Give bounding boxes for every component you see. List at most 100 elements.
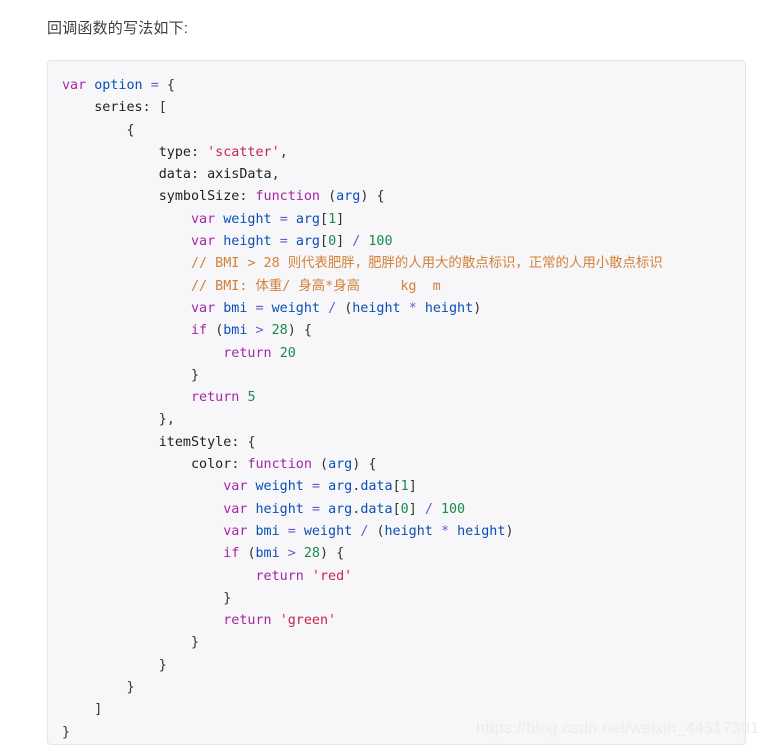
code-token-op: = (279, 234, 288, 250)
code-token-ident: arg (328, 501, 353, 517)
code-token-ident: bmi (223, 323, 248, 339)
code-token-ident: option (94, 78, 143, 93)
code-line: itemStyle: { (62, 432, 745, 454)
code-token-punct: : (231, 457, 248, 473)
code-line: // BMI: 体重/ 身高*身高 kg m (62, 276, 745, 298)
code-token-punct: : (239, 189, 256, 205)
code-token-op: = (150, 78, 159, 93)
code-token-op: / (328, 300, 337, 316)
code-token-op: = (287, 523, 296, 539)
code-token-prop: type (158, 144, 191, 160)
code-line: }, (62, 409, 745, 431)
code-token-prop: series (94, 100, 143, 116)
code-token-kw: var (223, 523, 248, 539)
code-token-ident: height (384, 523, 433, 539)
code-token-punct: ( (376, 523, 385, 539)
code-token-num: 0 (328, 234, 337, 250)
code-token-kw: var (223, 479, 248, 495)
code-token-kw: var (62, 78, 87, 93)
code-token-kw: return (191, 390, 240, 406)
code-token-num: 28 (303, 546, 320, 562)
code-line: } (62, 677, 745, 699)
code-token-punct: [ (320, 211, 329, 227)
code-token-punct: : (142, 100, 159, 116)
code-line: var height = arg.data[0] / 100 (62, 499, 745, 521)
code-token-ident: data (360, 479, 393, 495)
code-token-ident: weight (303, 523, 353, 539)
code-line: var weight = arg.data[1] (62, 476, 745, 498)
code-line: // BMI > 28 则代表肥胖，肥胖的人用大的散点标识，正常的人用小散点标识 (62, 253, 745, 275)
code-scroll-area[interactable]: var option = { series: [ { type: 'scatte… (48, 61, 745, 744)
code-token-punct: ) (505, 523, 514, 539)
code-line: ] (62, 699, 745, 721)
code-token-op: * (408, 300, 417, 316)
code-token-punct: , (279, 144, 288, 160)
code-line: return 20 (62, 343, 745, 365)
code-token-punct: ( (328, 189, 337, 205)
code-token-prop: itemStyle (158, 434, 232, 450)
code-token-ident: arg (328, 479, 353, 495)
code-token-op: / (424, 501, 433, 517)
code-token-num: 20 (279, 345, 296, 361)
code-line: var weight = arg[1] (62, 209, 745, 231)
code-content[interactable]: var option = { series: [ { type: 'scatte… (48, 61, 745, 744)
code-line: } (62, 722, 745, 744)
code-token-ident: bmi (255, 546, 280, 562)
code-token-op: * (440, 523, 449, 539)
code-token-ident: weight (271, 300, 320, 316)
code-token-punct: ] (336, 211, 345, 227)
code-line: color: function (arg) { (62, 454, 745, 476)
code-line: } (62, 632, 745, 654)
code-token-kw: var (191, 211, 216, 227)
code-token-punct: { (247, 434, 256, 450)
code-token-ident: arg (295, 234, 320, 250)
code-token-punct: { (303, 323, 312, 339)
code-token-num: 1 (328, 211, 337, 227)
code-line: series: [ (62, 97, 745, 119)
code-token-ident: height (223, 234, 272, 250)
code-token-punct: } (62, 724, 71, 740)
intro-paragraph: 回调函数的写法如下: (47, 20, 189, 37)
code-token-punct: ] (336, 234, 345, 250)
code-token-comment: // BMI > 28 则代表肥胖，肥胖的人用大的散点标识，正常的人用小散点标识 (191, 256, 663, 272)
code-token-punct: { (336, 546, 345, 562)
code-token-punct: { (166, 78, 175, 93)
code-token-punct: } (191, 635, 200, 651)
code-token-num: 28 (271, 323, 288, 339)
code-token-punct: : (191, 144, 208, 160)
code-line: } (62, 365, 745, 387)
code-line: } (62, 588, 745, 610)
code-token-ident: height (424, 300, 474, 316)
code-token-num: 0 (400, 501, 409, 517)
code-token-str: 'green' (279, 613, 337, 629)
